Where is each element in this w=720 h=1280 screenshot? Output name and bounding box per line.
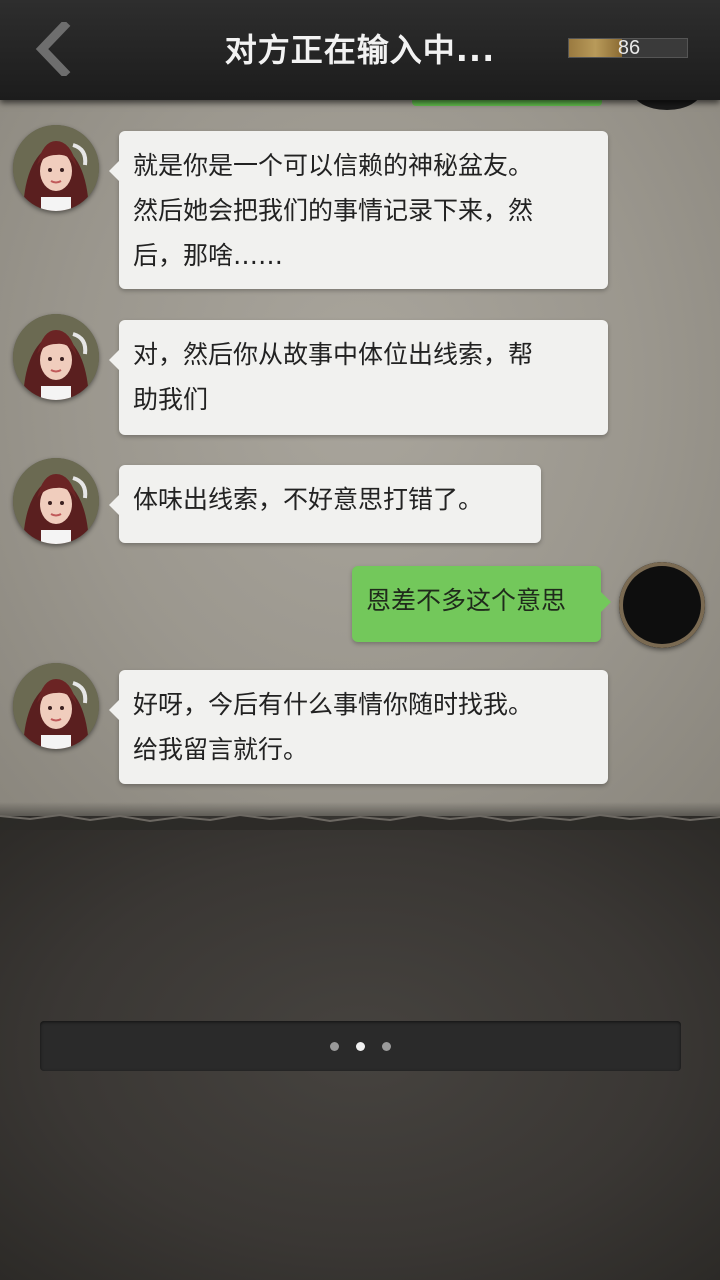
chat-area[interactable]: 就是你是一个可以信赖的神秘盆友。 然后她会把我们的事情记录下来，然 后，那啥……… [0, 100, 720, 816]
contact-avatar[interactable] [13, 125, 99, 211]
female-avatar-icon [13, 663, 99, 749]
page-dot [382, 1042, 391, 1051]
message-bubble[interactable]: 就是你是一个可以信赖的神秘盆友。 然后她会把我们的事情记录下来，然 后，那啥…… [109, 131, 608, 289]
contact-avatar[interactable] [13, 314, 99, 400]
female-avatar-icon [13, 314, 99, 400]
back-button[interactable] [30, 19, 80, 79]
progress-value: 86 [617, 37, 641, 59]
top-bar: 对方正在输入中... 86 [0, 0, 720, 100]
page-dot [330, 1042, 339, 1051]
typing-indicator-bar[interactable] [40, 1021, 681, 1071]
message-bubble[interactable]: 体味出线索，不好意思打错了。 [109, 465, 541, 543]
previous-message-bubble [412, 100, 602, 106]
page-title: 对方正在输入中... [224, 31, 496, 69]
message-bubble[interactable]: 好呀，今后有什么事情你随时找我。 给我留言就行。 [109, 670, 608, 784]
chevron-left-icon [35, 19, 71, 79]
previous-avatar [632, 100, 702, 110]
progress-bar: 86 [568, 37, 688, 59]
message-bubble[interactable]: 恩差不多这个意思 [352, 566, 611, 642]
page-dot-active [356, 1042, 365, 1051]
contact-avatar[interactable] [13, 663, 99, 749]
dark-avatar-icon [619, 562, 705, 648]
self-avatar[interactable] [619, 562, 705, 648]
female-avatar-icon [13, 458, 99, 544]
contact-avatar[interactable] [13, 458, 99, 544]
paper-torn-edge [0, 813, 720, 830]
female-avatar-icon [13, 125, 99, 211]
message-bubble[interactable]: 对，然后你从故事中体位出线索，帮 助我们 [109, 320, 608, 435]
